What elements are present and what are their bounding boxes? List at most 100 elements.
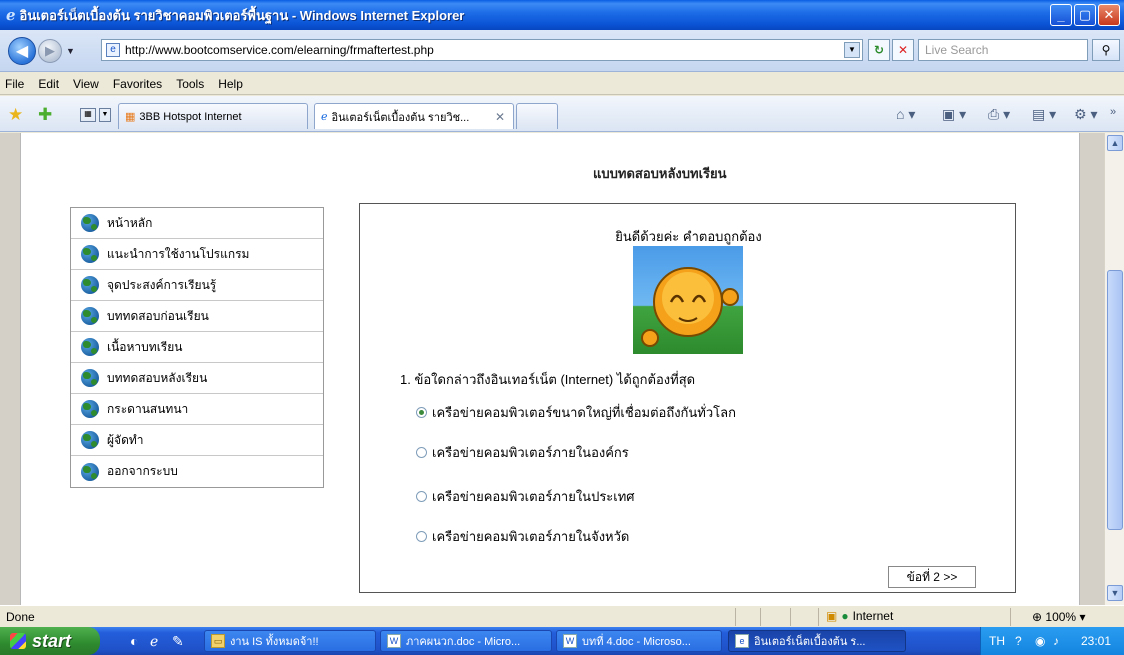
radio-button[interactable] bbox=[416, 491, 427, 502]
back-button[interactable]: ◀ bbox=[8, 37, 36, 65]
status-divider bbox=[1010, 608, 1011, 626]
word-icon: W bbox=[563, 634, 577, 648]
taskbar-item-word-2[interactable]: W บทที่ 4.doc - Microso... bbox=[556, 630, 722, 652]
menu-bar: File Edit View Favorites Tools Help bbox=[0, 73, 1124, 95]
minimize-button[interactable]: _ bbox=[1050, 4, 1072, 26]
quicklaunch-desktop-icon[interactable]: ◐ bbox=[130, 633, 138, 649]
taskbar-item-folder[interactable]: ▭ งาน IS ทั้งหมดจ้า!! bbox=[204, 630, 376, 652]
choice-2[interactable]: เครือข่ายคอมพิวเตอร์ภายในองค์กร bbox=[416, 442, 629, 463]
folder-icon: ▭ bbox=[211, 634, 225, 648]
url-field[interactable]: e http://www.bootcomservice.com/elearnin… bbox=[101, 39, 863, 61]
quicklaunch-media-icon[interactable]: ✎ bbox=[172, 633, 184, 650]
page-menu-icon[interactable]: ▤ ▾ bbox=[1032, 106, 1056, 123]
nav-item-home[interactable]: หน้าหลัก bbox=[71, 208, 323, 239]
refresh-button[interactable]: ↻ bbox=[868, 39, 890, 61]
nav-item-objectives[interactable]: จุดประสงค์การเรียนรู้ bbox=[71, 270, 323, 301]
word-icon: W bbox=[387, 634, 401, 648]
scroll-down-icon[interactable]: ▼ bbox=[1107, 585, 1123, 601]
print-icon[interactable]: ⎙ ▾ bbox=[988, 106, 1010, 123]
radio-button[interactable] bbox=[416, 447, 427, 458]
taskbar-item-label: บทที่ 4.doc - Microso... bbox=[582, 636, 691, 648]
scroll-thumb[interactable] bbox=[1107, 270, 1123, 530]
add-favorites-icon[interactable]: ✚ bbox=[38, 105, 52, 125]
zoom-dropdown-icon: ▾ bbox=[1079, 610, 1086, 624]
menu-file[interactable]: File bbox=[5, 77, 24, 91]
more-tools-icon[interactable]: » bbox=[1110, 106, 1116, 118]
feedback-message: ยินดีด้วยค่ะ คำตอบถูกต้อง bbox=[615, 229, 762, 244]
quick-tabs-icon[interactable]: ▦ bbox=[80, 108, 96, 122]
status-divider bbox=[818, 608, 819, 626]
help-icon[interactable]: ? bbox=[1015, 634, 1022, 648]
ie-page-icon: ℯ bbox=[321, 111, 328, 123]
network-icon[interactable]: ◉ bbox=[1035, 634, 1045, 648]
url-text[interactable]: http://www.bootcomservice.com/elearning/… bbox=[125, 43, 434, 57]
new-tab-button[interactable] bbox=[516, 103, 558, 129]
nav-item-lessons[interactable]: เนื้อหาบทเรียน bbox=[71, 332, 323, 363]
nav-item-pretest[interactable]: บททดสอบก่อนเรียน bbox=[71, 301, 323, 332]
smiley-image bbox=[633, 246, 743, 354]
nav-item-intro[interactable]: แนะนำการใช้งานโปรแกรม bbox=[71, 239, 323, 270]
left-navigation: หน้าหลัก แนะนำการใช้งานโปรแกรม จุดประสงค… bbox=[70, 207, 324, 488]
close-tab-icon[interactable]: ✕ bbox=[495, 110, 505, 124]
security-zone[interactable]: ▣ ● Internet bbox=[826, 609, 893, 623]
home-icon[interactable]: ⌂ ▾ bbox=[896, 106, 915, 123]
taskbar: start ◐ ℯ ✎ ▭ งาน IS ทั้งหมดจ้า!! W ภาคผ… bbox=[0, 627, 1124, 655]
nav-item-logout[interactable]: ออกจากระบบ bbox=[71, 456, 323, 487]
menu-edit[interactable]: Edit bbox=[38, 77, 59, 91]
stop-button[interactable]: ✕ bbox=[892, 39, 914, 61]
scroll-up-icon[interactable]: ▲ bbox=[1107, 135, 1123, 151]
address-bar: ◀ ▶ ▼ e http://www.bootcomservice.com/el… bbox=[0, 30, 1124, 72]
tab-label: 3BB Hotspot Internet bbox=[139, 110, 242, 123]
tab-bar: ★ ✚ ▦ ▼ ▦ 3BB Hotspot Internet ℯ อินเตอร… bbox=[0, 96, 1124, 132]
radio-button[interactable] bbox=[416, 407, 427, 418]
maximize-button[interactable]: ▢ bbox=[1074, 4, 1096, 26]
status-text: Done bbox=[6, 610, 35, 624]
internet-globe-icon: ● bbox=[841, 609, 849, 623]
volume-icon[interactable]: ♪ bbox=[1053, 634, 1059, 648]
vertical-scrollbar[interactable]: ▲ ▼ bbox=[1104, 133, 1124, 605]
status-divider bbox=[735, 608, 736, 626]
choice-3[interactable]: เครือข่ายคอมพิวเตอร์ภายในประเทศ bbox=[416, 486, 635, 507]
url-dropdown-icon[interactable]: ▼ bbox=[844, 42, 860, 58]
menu-tools[interactable]: Tools bbox=[176, 77, 204, 91]
globe-icon bbox=[81, 338, 99, 356]
search-input[interactable]: Live Search bbox=[918, 39, 1088, 61]
nav-item-posttest[interactable]: บททดสอบหลังเรียน bbox=[71, 363, 323, 394]
feeds-icon[interactable]: ▣ ▾ bbox=[942, 106, 966, 123]
choice-4[interactable]: เครือข่ายคอมพิวเตอร์ภายในจังหวัด bbox=[416, 526, 629, 547]
quiz-panel: ยินดีด้วยค่ะ คำตอบถูกต้อง 1. ข้อใดกล่าวถ… bbox=[359, 203, 1016, 593]
menu-view[interactable]: View bbox=[73, 77, 99, 91]
globe-icon bbox=[81, 369, 99, 387]
search-icon[interactable]: ⚲ bbox=[1092, 39, 1120, 61]
taskbar-item-word-1[interactable]: W ภาคผนวก.doc - Micro... bbox=[380, 630, 552, 652]
forward-button[interactable]: ▶ bbox=[38, 39, 62, 63]
language-indicator[interactable]: TH bbox=[989, 634, 1005, 648]
start-button[interactable]: start bbox=[0, 627, 100, 655]
title-bar: ℯ อินเตอร์เน็ตเบื้องต้น รายวิชาคอมพิวเตอ… bbox=[0, 0, 1124, 30]
tools-gear-icon[interactable]: ⚙ ▾ bbox=[1074, 106, 1097, 123]
taskbar-item-label: งาน IS ทั้งหมดจ้า!! bbox=[230, 636, 319, 648]
tab-3bb[interactable]: ▦ 3BB Hotspot Internet bbox=[118, 103, 308, 129]
globe-icon bbox=[81, 245, 99, 263]
taskbar-item-label: ภาคผนวก.doc - Micro... bbox=[406, 636, 521, 648]
favorites-star-icon[interactable]: ★ bbox=[8, 105, 23, 125]
page-icon: e bbox=[106, 43, 120, 57]
zoom-control[interactable]: ⊕ 100% ▾ bbox=[1032, 610, 1085, 624]
quicklaunch-ie-icon[interactable]: ℯ bbox=[150, 633, 158, 650]
page-title: แบบทดสอบหลังบทเรียน bbox=[593, 166, 727, 181]
tab-active[interactable]: ℯ อินเตอร์เน็ตเบื้องต้น รายวิช... ✕ bbox=[314, 103, 514, 129]
nav-item-forum[interactable]: กระดานสนทนา bbox=[71, 394, 323, 425]
radio-button[interactable] bbox=[416, 531, 427, 542]
next-question-button[interactable]: ข้อที่ 2 >> bbox=[888, 566, 976, 588]
menu-help[interactable]: Help bbox=[218, 77, 243, 91]
choice-1[interactable]: เครือข่ายคอมพิวเตอร์ขนาดใหญ่ที่เชื่อมต่อ… bbox=[416, 402, 736, 423]
zoom-icon: ⊕ bbox=[1032, 610, 1043, 624]
windows-logo-icon bbox=[10, 633, 26, 649]
close-button[interactable]: ✕ bbox=[1098, 4, 1120, 26]
tab-list-icon[interactable]: ▼ bbox=[99, 108, 111, 122]
menu-favorites[interactable]: Favorites bbox=[113, 77, 162, 91]
window-controls: _ ▢ ✕ bbox=[1050, 4, 1120, 26]
taskbar-item-ie[interactable]: e อินเตอร์เน็ตเบื้องต้น ร... bbox=[728, 630, 906, 652]
history-dropdown-icon[interactable]: ▼ bbox=[66, 46, 75, 56]
nav-item-authors[interactable]: ผู้จัดทำ bbox=[71, 425, 323, 456]
